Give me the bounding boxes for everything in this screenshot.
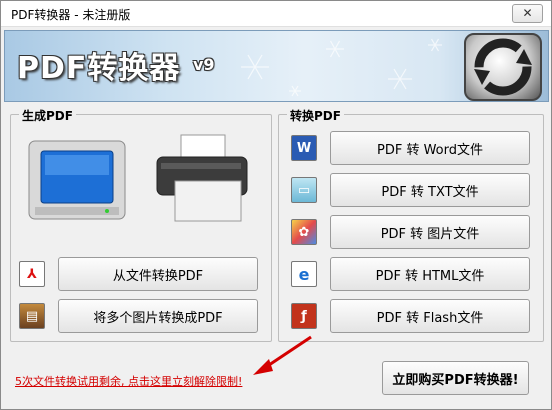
create-pdf-group: 生成PDF ⅄ 从文件转换PDF ▤ 将多个图片转换成PDF: [10, 107, 272, 342]
pdf-to-html-button[interactable]: PDF 转 HTML文件: [330, 257, 530, 291]
txt-icon: ▭: [291, 177, 317, 203]
convert-file-to-pdf-button[interactable]: 从文件转换PDF: [58, 257, 258, 291]
pdf-to-image-label: PDF 转 图片文件: [380, 226, 480, 242]
pdf-to-flash-label: PDF 转 Flash文件: [376, 310, 484, 326]
image-icon: ✿: [291, 219, 317, 245]
red-arrow-icon: [253, 335, 312, 375]
image-file-icon: ▤: [19, 303, 45, 329]
pdf-to-word-label: PDF 转 Word文件: [376, 142, 483, 158]
buy-now-button[interactable]: 立即购买PDF转换器!: [382, 361, 529, 395]
refresh-logo-icon: [464, 33, 542, 101]
pdf-file-icon: ⅄: [19, 261, 45, 287]
images-to-pdf-label: 将多个图片转换成PDF: [93, 310, 223, 326]
convert-pdf-group-label: 转换PDF: [287, 107, 344, 124]
flash-icon: ƒ: [291, 303, 317, 329]
create-pdf-group-label: 生成PDF: [19, 107, 76, 124]
convert-pdf-group: 转换PDF W PDF 转 Word文件 ▭ PDF 转 TXT文件 ✿ PDF…: [278, 107, 544, 342]
monitor-icon: [28, 140, 126, 220]
banner-title: PDF转换器: [17, 51, 181, 86]
trial-remaining-link[interactable]: 5次文件转换试用剩余, 点击这里立刻解除限制!: [15, 373, 242, 389]
pdf-to-txt-button[interactable]: PDF 转 TXT文件: [330, 173, 530, 207]
convert-file-to-pdf-label: 从文件转换PDF: [112, 268, 204, 284]
html-icon: e: [291, 261, 317, 287]
close-icon: ✕: [522, 6, 533, 20]
pdf-to-txt-label: PDF 转 TXT文件: [381, 184, 479, 200]
banner-version: v9: [193, 55, 215, 74]
close-button[interactable]: ✕: [512, 4, 543, 23]
pdf-to-html-label: PDF 转 HTML文件: [375, 268, 485, 284]
app-window: PDF转换器 - 未注册版 ✕ PDF转换器 v9 生成PDF ⅄ 从文件转换P…: [0, 0, 552, 410]
images-to-pdf-button[interactable]: 将多个图片转换成PDF: [58, 299, 258, 333]
pdf-to-flash-button[interactable]: PDF 转 Flash文件: [330, 299, 530, 333]
window-title: PDF转换器 - 未注册版: [11, 8, 131, 22]
header-banner: PDF转换器 v9: [4, 30, 549, 102]
pdf-to-image-button[interactable]: PDF 转 图片文件: [330, 215, 530, 249]
printer-icon: [156, 134, 248, 222]
buy-now-label: 立即购买PDF转换器!: [392, 372, 519, 388]
pdf-to-word-button[interactable]: PDF 转 Word文件: [330, 131, 530, 165]
word-icon: W: [291, 135, 317, 161]
title-bar: PDF转换器 - 未注册版 ✕: [1, 1, 551, 27]
